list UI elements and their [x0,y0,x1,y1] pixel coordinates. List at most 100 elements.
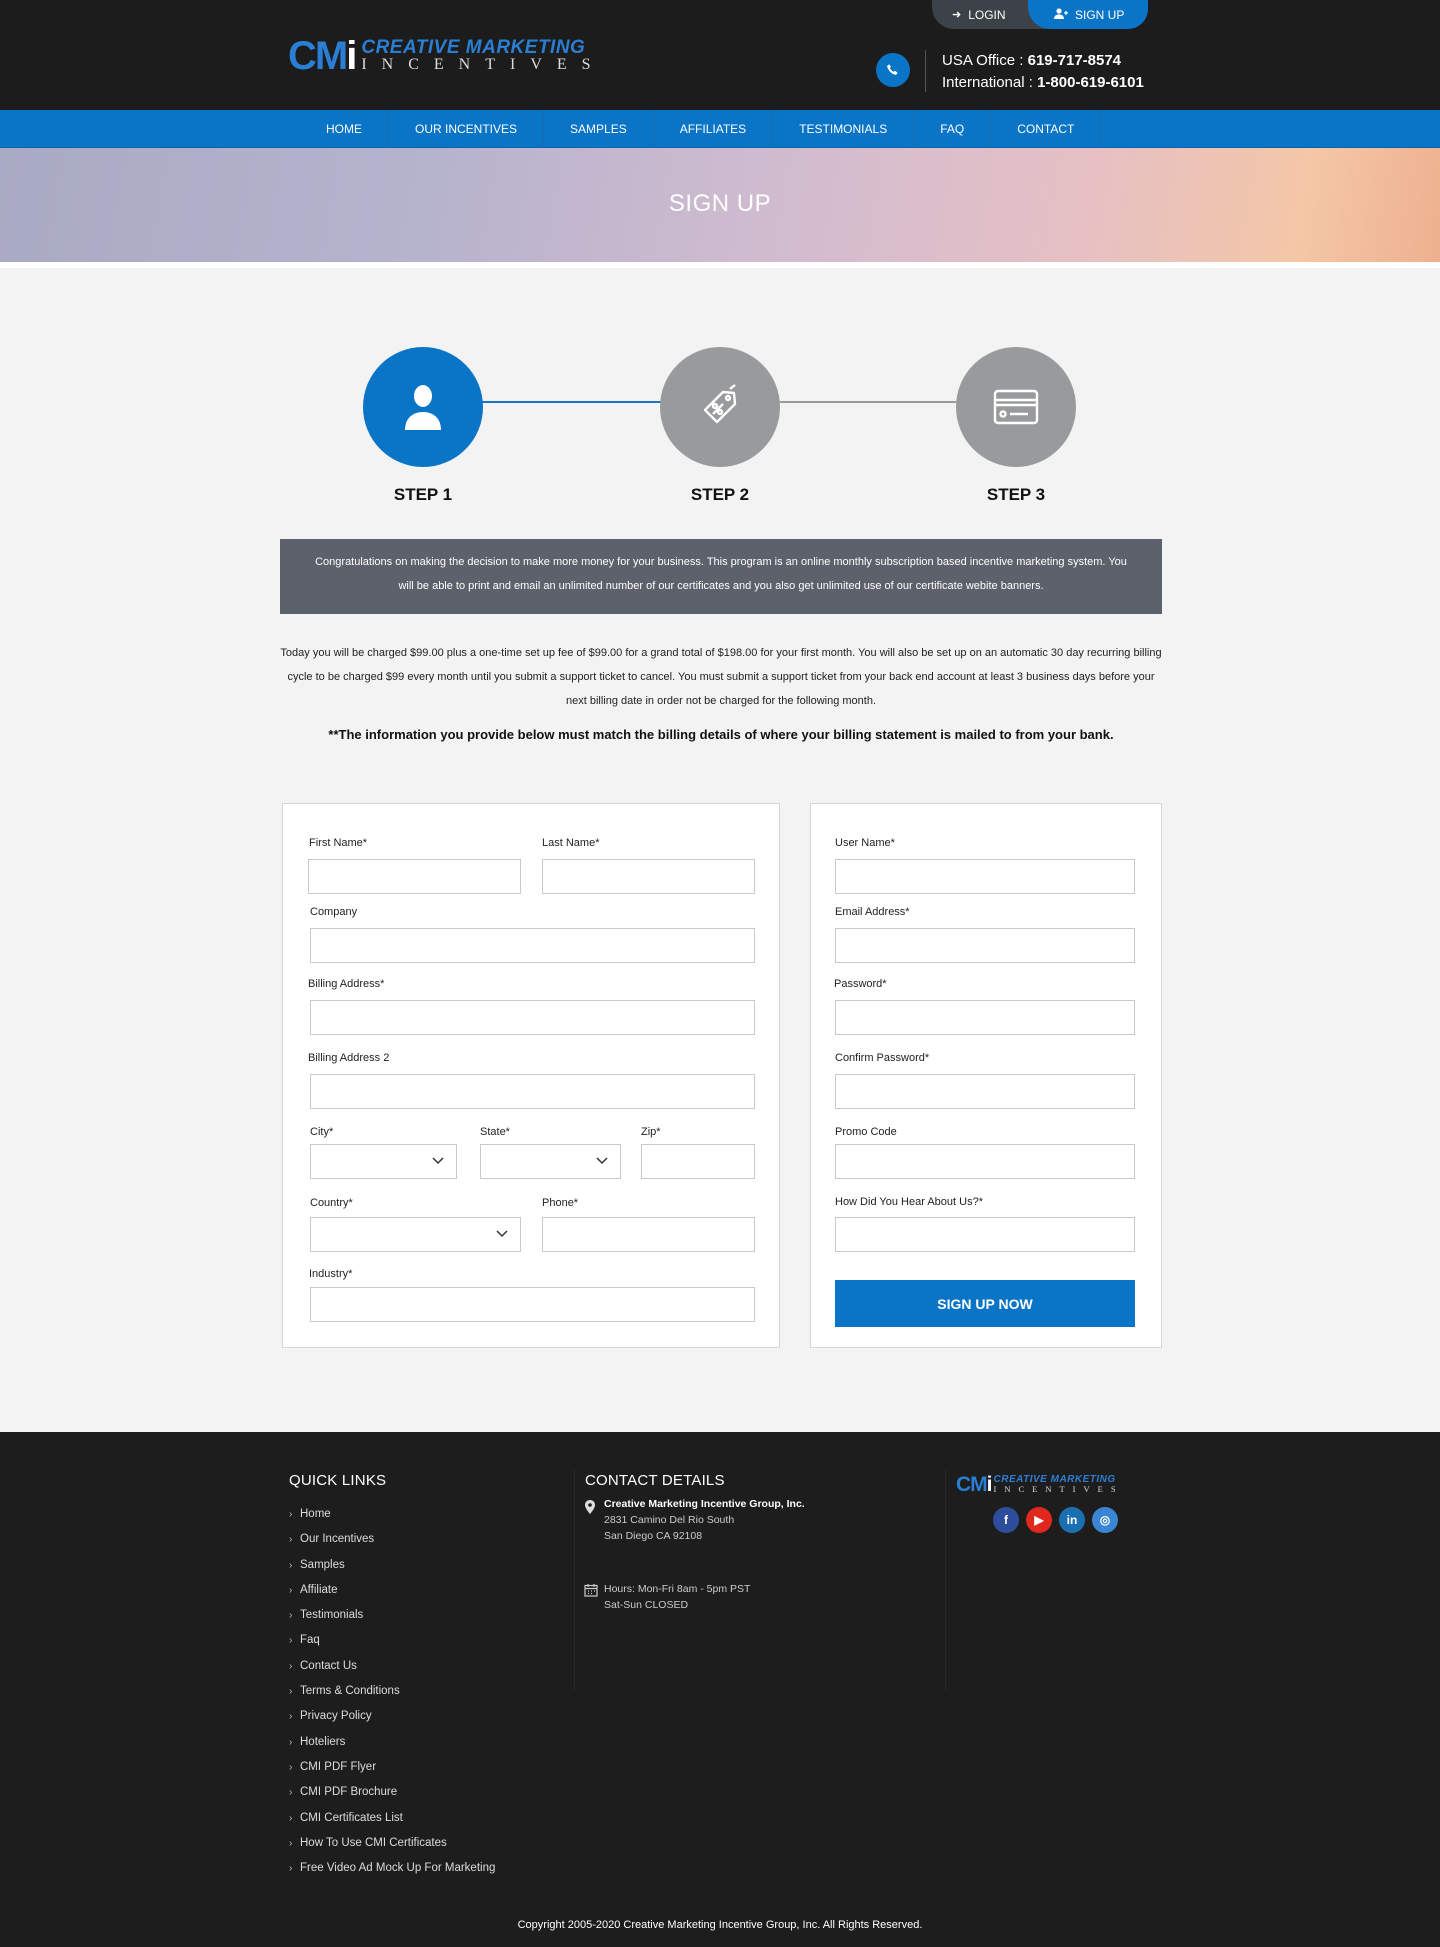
quick-link-privacy-policy[interactable]: › Privacy Policy [289,1704,495,1729]
site-logo[interactable]: CMi CREATIVE MARKETING INCENTIVES [288,36,606,76]
promo-code-label: Promo Code [835,1126,897,1138]
quick-link-affiliate[interactable]: › Affiliate [289,1578,495,1603]
quick-link-label: Testimonials [300,1609,364,1622]
step-3-label: STEP 3 [986,485,1046,504]
confirm-password-label: Confirm Password* [835,1052,930,1064]
quick-link-label: Samples [300,1558,345,1571]
confirm-password-field[interactable] [835,1074,1135,1109]
quick-link-hoteliers[interactable]: › Hoteliers [289,1730,495,1755]
quick-link-label: Contact Us [300,1659,357,1672]
site-header: CMi CREATIVE MARKETING INCENTIVES ➜ LOGI… [0,0,1440,110]
quick-link-our-incentives[interactable]: › Our Incentives [289,1527,495,1552]
quick-link-samples[interactable]: › Samples [289,1553,495,1578]
phone-icon [876,53,910,87]
chevron-right-icon: › [289,1711,293,1723]
step-3: STEP 3 [956,347,1076,505]
nav-item-our-incentives[interactable]: OUR INCENTIVES [389,110,545,148]
nav-item-testimonials[interactable]: TESTIMONIALS [773,110,915,148]
company-name: Creative Marketing Incentive Group, Inc. [604,1498,805,1510]
nav-item-contact[interactable]: CONTACT [991,110,1102,148]
hours-line-2: Sat-Sun CLOSED [604,1599,689,1611]
auth-tabs: ➜ LOGIN SIGN UP [932,0,1148,29]
quick-link-testimonials[interactable]: › Testimonials [289,1603,495,1628]
quick-link-label: CMI PDF Flyer [300,1760,377,1773]
billing-address-2-label: Billing Address 2 [308,1052,390,1064]
logo-mark: CMi [288,34,357,78]
company-field[interactable] [310,928,755,963]
quick-link-cmi-certificates-list[interactable]: › CMI Certificates List [289,1806,495,1831]
footer-divider-2 [945,1470,946,1690]
sign-up-now-button[interactable]: SIGN UP NOW [835,1280,1135,1327]
calendar-icon [584,1584,598,1597]
promo-code-field[interactable] [835,1144,1135,1179]
chevron-right-icon: › [289,1686,293,1698]
nav-item-home[interactable]: HOME [300,110,389,148]
international-number[interactable]: 1-800-619-6101 [1037,74,1144,91]
state-select[interactable] [480,1144,621,1179]
footer-logo[interactable]: CMi CREATIVE MARKETING INCENTIVES [956,1474,1124,1495]
footer-logo-line-2: INCENTIVES [993,1484,1124,1494]
city-select[interactable] [310,1144,457,1179]
chevron-right-icon: › [289,1837,293,1849]
quick-link-home[interactable]: › Home [289,1502,495,1527]
credit-card-icon [993,389,1039,425]
contact-details-title: CONTACT DETAILS [585,1472,725,1489]
quick-link-label: CMI PDF Brochure [300,1786,398,1799]
quick-link-label: How To Use CMI Certificates [300,1836,447,1849]
quick-link-free-video-ad-mock-up-for-marketing[interactable]: › Free Video Ad Mock Up For Marketing [289,1856,495,1881]
step-2-label: STEP 2 [690,485,750,504]
billing-address-field[interactable] [310,1000,755,1035]
phone-label: Phone* [542,1197,579,1209]
chevron-down-icon [432,1157,444,1165]
industry-field[interactable] [310,1287,755,1322]
chevron-right-icon: › [289,1736,293,1748]
add-user-icon [1054,7,1068,22]
password-label: Password* [834,978,887,990]
email-field[interactable] [835,928,1135,963]
last-name-field[interactable] [542,859,755,894]
step-1-circle [363,347,483,467]
contact-address: Creative Marketing Incentive Group, Inc.… [604,1496,805,1544]
instagram-icon[interactable]: ◎ [1092,1507,1118,1533]
facebook-icon[interactable]: f [993,1507,1019,1533]
country-select[interactable] [310,1217,521,1252]
nav-item-samples[interactable]: SAMPLES [544,110,654,148]
linkedin-icon[interactable]: in [1059,1507,1085,1533]
tag-icon [703,384,737,424]
company-label: Company [310,906,358,918]
chevron-down-icon [496,1230,508,1238]
quick-link-faq[interactable]: › Faq [289,1628,495,1653]
quick-link-cmi-pdf-flyer[interactable]: › CMI PDF Flyer [289,1755,495,1780]
nav-item-faq[interactable]: FAQ [914,110,992,148]
quick-link-label: Free Video Ad Mock Up For Marketing [300,1862,496,1875]
chevron-right-icon: › [289,1660,293,1672]
first-name-label: First Name* [309,837,368,849]
phone-field[interactable] [542,1217,755,1252]
quick-link-cmi-pdf-brochure[interactable]: › CMI PDF Brochure [289,1780,495,1805]
hours-line-1: Hours: Mon-Fri 8am - 5pm PST [604,1583,751,1595]
quick-link-contact-us[interactable]: › Contact Us [289,1654,495,1679]
chevron-right-icon: › [289,1787,293,1799]
quick-links-title: QUICK LINKS [289,1472,387,1489]
logo-line-1: CREATIVE MARKETING [361,37,586,58]
email-label: Email Address* [835,906,910,918]
nav-item-affiliates[interactable]: AFFILIATES [654,110,774,148]
password-field[interactable] [835,1000,1135,1035]
user-name-field[interactable] [835,859,1135,894]
how-heard-field[interactable] [835,1217,1135,1252]
usa-office-number[interactable]: 619-717-8574 [1028,52,1121,69]
zip-field[interactable] [641,1144,755,1179]
quick-link-label: Home [300,1508,331,1520]
step-3-circle [956,347,1076,467]
quick-link-terms-conditions[interactable]: › Terms & Conditions [289,1679,495,1704]
chevron-right-icon: › [289,1610,293,1622]
signup-button[interactable]: SIGN UP [1028,0,1148,29]
billing-address-2-field[interactable] [310,1074,755,1109]
youtube-icon[interactable]: ▶ [1026,1507,1052,1533]
account-form: User Name* Email Address* Password* Conf… [810,803,1162,1348]
first-name-field[interactable] [308,859,521,894]
main-nav: HOME OUR INCENTIVES SAMPLES AFFILIATES TESTI… [0,110,1440,148]
quick-link-how-to-use-cmi-certificates[interactable]: › How To Use CMI Certificates [289,1831,495,1856]
how-heard-label: How Did You Hear About Us?* [835,1196,983,1208]
nav-items: HOME OUR INCENTIVES SAMPLES AFFILIATES TESTI… [300,110,1102,148]
